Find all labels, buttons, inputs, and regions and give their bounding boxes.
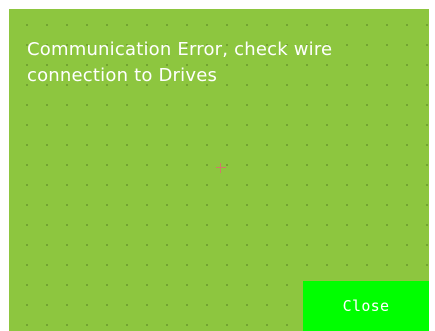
error-screen: Communication Error, check wire connecti… <box>9 9 429 331</box>
close-button[interactable]: Close <box>303 281 429 331</box>
error-message: Communication Error, check wire connecti… <box>27 39 333 86</box>
crosshair-icon <box>216 163 226 173</box>
